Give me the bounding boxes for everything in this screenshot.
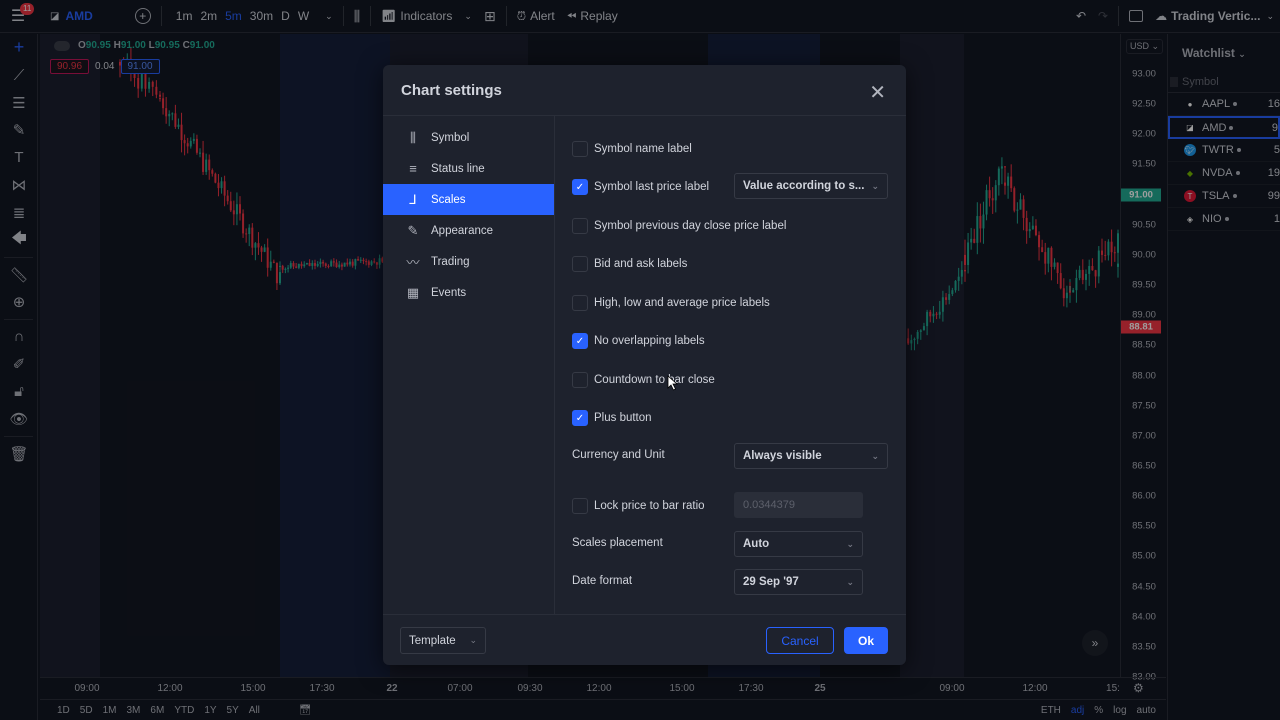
option-label: Symbol name label	[594, 143, 692, 155]
option-label: Plus button	[594, 412, 652, 424]
divider	[383, 115, 906, 116]
mouse-cursor-icon	[667, 375, 679, 391]
checkbox[interactable]	[572, 256, 588, 272]
option-symbol-name-label[interactable]: Symbol name label	[572, 141, 692, 157]
nav-scales[interactable]: ⅃ Scales	[383, 184, 554, 215]
option-prev-day-close[interactable]: Symbol previous day close price label	[572, 218, 786, 234]
nav-events[interactable]: ▦ Events	[383, 277, 554, 308]
checkbox[interactable]	[572, 295, 588, 311]
option-symbol-last-price-label[interactable]: ✓ Symbol last price label	[572, 179, 709, 195]
chevron-down-icon: ⌄	[846, 576, 854, 587]
option-countdown[interactable]: Countdown to bar close	[572, 372, 715, 388]
template-dropdown[interactable]: Template ⌄	[400, 627, 486, 654]
nav-appearance[interactable]: ✎ Appearance	[383, 215, 554, 246]
settings-nav: ⫼ Symbol ≡ Status line ⅃ Scales ✎ Appearance 〰 Tr…	[383, 122, 554, 308]
option-label: Bid and ask labels	[594, 258, 688, 270]
option-no-overlap[interactable]: ✓ No overlapping labels	[572, 333, 705, 349]
ok-button[interactable]: Ok	[844, 627, 888, 654]
chevron-down-icon: ⌄	[469, 635, 477, 645]
date-format-select[interactable]: 29 Sep '97 ⌄	[734, 569, 863, 595]
option-plus-button[interactable]: ✓ Plus button	[572, 410, 652, 426]
date-format-label: Date format	[572, 575, 632, 587]
nav-symbol[interactable]: ⫼ Symbol	[383, 122, 554, 153]
close-icon: ✕	[869, 82, 886, 104]
currency-unit-select[interactable]: Always visible ⌄	[734, 443, 888, 469]
checkbox[interactable]	[572, 372, 588, 388]
checkbox[interactable]: ✓	[572, 410, 588, 426]
scales-placement-label: Scales placement	[572, 537, 663, 549]
nav-status-line[interactable]: ≡ Status line	[383, 153, 554, 184]
nav-label: Scales	[431, 193, 466, 206]
option-label: Symbol last price label	[594, 181, 710, 193]
chevron-down-icon: ⌄	[871, 450, 879, 461]
nav-label: Status line	[431, 162, 485, 175]
checkbox[interactable]	[572, 141, 588, 157]
calendar-icon: ▦	[406, 284, 420, 300]
candles-icon: ⫼	[410, 129, 416, 145]
option-high-low-avg[interactable]: High, low and average price labels	[572, 295, 770, 311]
checkbox[interactable]	[572, 498, 588, 514]
template-label: Template	[409, 634, 456, 647]
option-label: Lock price to bar ratio	[594, 500, 705, 512]
scales-placement-select[interactable]: Auto ⌄	[734, 531, 863, 557]
nav-trading[interactable]: 〰 Trading	[383, 246, 554, 277]
option-label: Currency and Unit	[572, 449, 665, 461]
checkbox[interactable]	[572, 218, 588, 234]
option-label: Date format	[572, 575, 633, 587]
nav-label: Events	[431, 286, 467, 299]
checkbox[interactable]: ✓	[572, 179, 588, 195]
chevron-down-icon: ⌄	[846, 538, 854, 549]
select-value: Auto	[743, 538, 770, 550]
option-label: Scales placement	[572, 537, 663, 549]
close-button[interactable]: ✕	[869, 80, 886, 105]
divider	[383, 614, 906, 615]
option-lock-price[interactable]: Lock price to bar ratio	[572, 498, 705, 514]
cancel-button[interactable]: Cancel	[766, 627, 834, 654]
divider	[554, 116, 555, 614]
select-value: 29 Sep '97	[743, 576, 799, 588]
price-bar-ratio-input: 0.0344379	[734, 492, 863, 518]
currency-unit-label: Currency and Unit	[572, 449, 665, 461]
option-bid-ask[interactable]: Bid and ask labels	[572, 256, 687, 272]
chevron-down-icon: ⌄	[871, 180, 879, 191]
nav-label: Appearance	[431, 224, 494, 237]
option-label: High, low and average price labels	[594, 297, 770, 309]
status-line-icon: ≡	[409, 161, 417, 176]
option-label: Symbol previous day close price label	[594, 220, 787, 232]
select-value: Always visible	[743, 450, 822, 462]
checkbox[interactable]: ✓	[572, 333, 588, 349]
option-label: Countdown to bar close	[594, 374, 715, 386]
chart-settings-dialog: Chart settings ✕ ⫼ Symbol ≡ Status line ⅃ Sca…	[383, 65, 906, 665]
scales-icon: ⅃	[409, 191, 417, 207]
last-price-label-select[interactable]: Value according to s... ⌄	[734, 173, 888, 199]
dialog-title: Chart settings	[401, 82, 502, 99]
select-value: Value according to s...	[743, 180, 865, 192]
option-label: No overlapping labels	[594, 335, 705, 347]
pencil-icon: ✎	[407, 222, 419, 238]
nav-label: Trading	[431, 255, 470, 268]
trading-icon: 〰	[406, 255, 420, 270]
nav-label: Symbol	[431, 131, 470, 144]
